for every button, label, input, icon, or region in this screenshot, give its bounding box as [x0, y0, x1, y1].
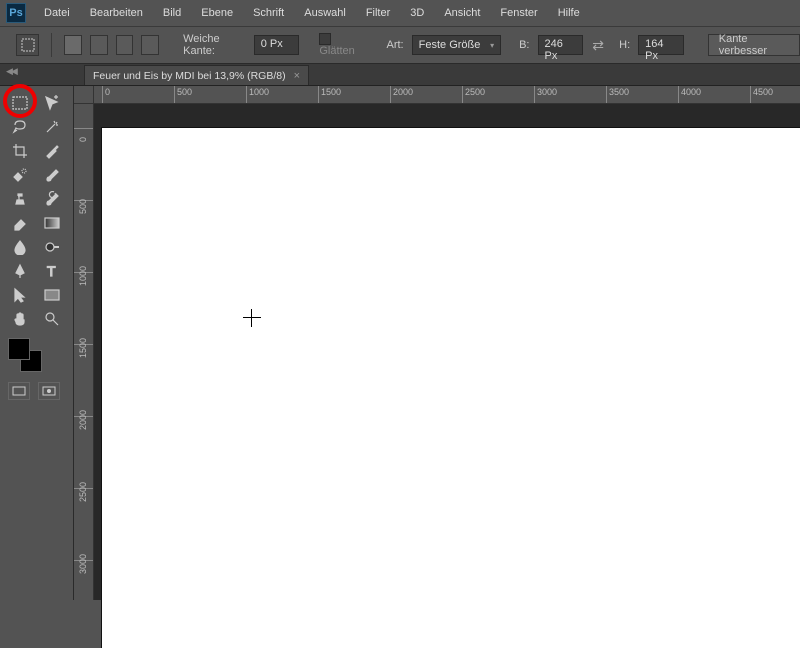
eyedropper-tool[interactable]: [38, 140, 66, 162]
type-tool[interactable]: T: [38, 260, 66, 282]
menu-bar: Ps Datei Bearbeiten Bild Ebene Schrift A…: [0, 0, 800, 26]
close-tab-icon[interactable]: ×: [294, 70, 300, 82]
menu-bearbeiten[interactable]: Bearbeiten: [80, 0, 153, 26]
menu-fenster[interactable]: Fenster: [490, 0, 547, 26]
svg-text:T: T: [47, 263, 56, 279]
document-tab[interactable]: Feuer und Eis by MDI bei 13,9% (RGB/8) ×: [84, 65, 309, 85]
marquee-icon: [21, 38, 35, 52]
options-bar: Weiche Kante: 0 Px Glätten Art: Feste Gr…: [0, 26, 800, 64]
current-tool-indicator[interactable]: [16, 34, 39, 56]
menu-auswahl[interactable]: Auswahl: [294, 0, 356, 26]
style-value: Feste Größe: [419, 39, 481, 51]
document-tab-bar: Feuer und Eis by MDI bei 13,9% (RGB/8) ×: [0, 64, 800, 86]
panel-collapse-handle[interactable]: ◀◀: [6, 66, 16, 77]
chevron-down-icon: ▾: [490, 41, 494, 50]
menu-3d[interactable]: 3D: [400, 0, 434, 26]
selection-mode-subtract[interactable]: [116, 35, 134, 55]
feather-input[interactable]: 0 Px: [254, 35, 300, 55]
separator: [51, 33, 52, 57]
menu-bild[interactable]: Bild: [153, 0, 191, 26]
spot-healing-tool[interactable]: [6, 164, 34, 186]
selection-mode-add[interactable]: [90, 35, 108, 55]
brush-tool[interactable]: [38, 164, 66, 186]
width-label: B:: [519, 39, 529, 51]
antialias-checkbox: [319, 33, 331, 45]
hand-tool[interactable]: [6, 308, 34, 330]
history-brush-tool[interactable]: [38, 188, 66, 210]
clone-stamp-tool[interactable]: [6, 188, 34, 210]
app-logo: Ps: [6, 3, 26, 23]
vertical-ruler[interactable]: 050010001500200025003000: [74, 104, 94, 600]
style-select[interactable]: Feste Größe ▾: [412, 35, 501, 55]
style-label: Art:: [387, 39, 404, 51]
canvas[interactable]: [102, 128, 800, 648]
move-tool[interactable]: [38, 92, 66, 114]
canvas-viewport[interactable]: [94, 104, 800, 600]
swap-dimensions-icon[interactable]: ⇄: [591, 37, 605, 53]
eraser-tool[interactable]: [6, 212, 34, 234]
color-swatches: [0, 334, 73, 376]
ruler-origin[interactable]: [74, 86, 94, 104]
lasso-tool[interactable]: [6, 116, 34, 138]
zoom-tool[interactable]: [38, 308, 66, 330]
menu-ansicht[interactable]: Ansicht: [434, 0, 490, 26]
menu-datei[interactable]: Datei: [34, 0, 80, 26]
width-input[interactable]: 246 Px: [538, 35, 584, 55]
menu-schrift[interactable]: Schrift: [243, 0, 294, 26]
pen-tool[interactable]: [6, 260, 34, 282]
horizontal-ruler[interactable]: 050010001500200025003000350040004500: [94, 86, 800, 104]
selection-mode-new[interactable]: [64, 35, 82, 55]
main-area: T 050010001500200025003000350040004500 0…: [0, 86, 800, 600]
cursor-crosshair-icon: [243, 309, 261, 327]
selection-mode-intersect[interactable]: [141, 35, 159, 55]
path-selection-tool[interactable]: [6, 284, 34, 306]
marquee-tool[interactable]: [6, 92, 34, 114]
feather-label: Weiche Kante:: [183, 33, 246, 57]
menu-filter[interactable]: Filter: [356, 0, 400, 26]
standard-mode-button[interactable]: [8, 382, 30, 400]
height-input[interactable]: 164 Px: [638, 35, 684, 55]
blur-tool[interactable]: [6, 236, 34, 258]
document-area: 050010001500200025003000350040004500 050…: [74, 86, 800, 600]
magic-wand-tool[interactable]: [38, 116, 66, 138]
menu-ebene[interactable]: Ebene: [191, 0, 243, 26]
rectangle-shape-tool[interactable]: [38, 284, 66, 306]
antialias-label: Glätten: [319, 45, 354, 57]
refine-edge-button[interactable]: Kante verbesser: [708, 34, 800, 56]
dodge-tool[interactable]: [38, 236, 66, 258]
crop-tool[interactable]: [6, 140, 34, 162]
quickmask-mode-button[interactable]: [38, 382, 60, 400]
foreground-color-swatch[interactable]: [8, 338, 30, 360]
toolbox: T: [0, 86, 74, 600]
gradient-tool[interactable]: [38, 212, 66, 234]
menu-hilfe[interactable]: Hilfe: [548, 0, 590, 26]
height-label: H:: [619, 39, 630, 51]
document-tab-title: Feuer und Eis by MDI bei 13,9% (RGB/8): [93, 70, 286, 82]
